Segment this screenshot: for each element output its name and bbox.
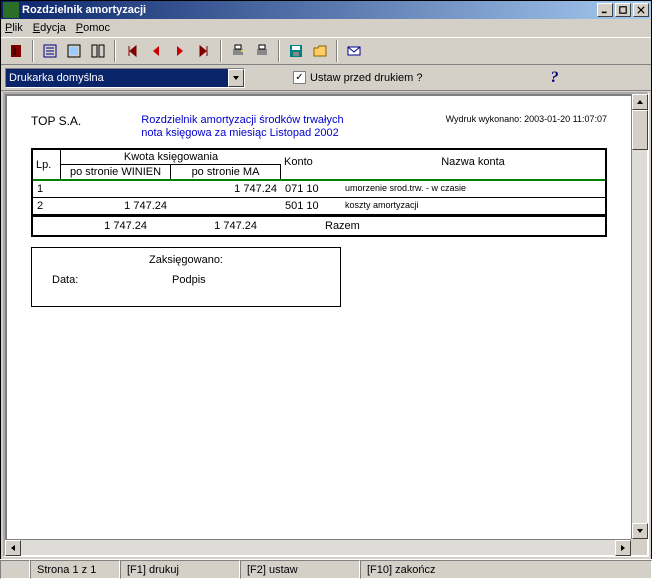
save-button[interactable]	[285, 40, 307, 62]
toolbar	[1, 37, 651, 65]
total-ma: 1 747.24	[151, 217, 261, 235]
toolbar-secondary: Drukarka domyślna ✓ Ustaw przed drukiem …	[1, 65, 651, 91]
chevron-down-icon[interactable]	[228, 69, 244, 87]
vertical-scrollbar[interactable]	[631, 94, 647, 539]
cell-lp: 1	[33, 181, 61, 197]
first-page-button[interactable]	[121, 40, 143, 62]
mail-button[interactable]	[343, 40, 365, 62]
app-icon	[3, 2, 19, 18]
document-viewport: TOP S.A. Rozdzielnik amortyzacji środków…	[3, 92, 649, 557]
cell-konto: 071 10	[281, 181, 341, 197]
status-cell-empty	[0, 560, 30, 579]
cell-winien	[61, 181, 171, 197]
col-konto: Konto	[281, 150, 341, 179]
view-mode-3-button[interactable]	[87, 40, 109, 62]
set-before-print-label: Ustaw przed drukiem ?	[310, 72, 423, 84]
col-winien: po stronie WINIEN	[61, 165, 171, 179]
table-row: 2 1 747.24 501 10 koszty amortyzacji	[33, 198, 605, 215]
scroll-thumb[interactable]	[632, 110, 648, 150]
col-kwota: Kwota księgowania	[61, 150, 281, 165]
last-page-button[interactable]	[193, 40, 215, 62]
status-page: Strona 1 z 1	[30, 560, 120, 579]
scroll-up-button[interactable]	[632, 94, 648, 110]
signature-label: Podpis	[172, 274, 206, 286]
minimize-button[interactable]	[597, 3, 613, 17]
menu-help[interactable]: Pomoc	[76, 22, 110, 34]
help-icon[interactable]: ?	[551, 69, 559, 87]
menu-file[interactable]: Plik	[5, 22, 23, 34]
cell-ma: 1 747.24	[171, 181, 281, 197]
total-label: Razem	[321, 217, 605, 235]
report-title-block: Rozdzielnik amortyzacji środków trwałych…	[141, 114, 343, 140]
report-page: TOP S.A. Rozdzielnik amortyzacji środków…	[17, 104, 621, 317]
status-f1: [F1] drukuj	[120, 560, 240, 579]
print-button[interactable]	[251, 40, 273, 62]
status-f2: [F2] ustaw	[240, 560, 360, 579]
status-f10: [F10] zakończ	[360, 560, 652, 579]
entries-table: Lp. Kwota księgowania po stronie WINIEN …	[31, 148, 607, 237]
set-before-print-checkbox[interactable]: ✓	[293, 71, 306, 84]
print-setup-button[interactable]	[227, 40, 249, 62]
open-button[interactable]	[309, 40, 331, 62]
title-bar: Rozdzielnik amortyzacji	[1, 1, 651, 19]
prev-page-button[interactable]	[145, 40, 167, 62]
window-title: Rozdzielnik amortyzacji	[22, 4, 146, 16]
menu-edit[interactable]: Edycja	[33, 22, 66, 34]
signature-box: Zaksięgowano: Data: Podpis	[31, 247, 341, 307]
cell-winien: 1 747.24	[61, 198, 171, 214]
status-bar: Strona 1 z 1 [F1] drukuj [F2] ustaw [F10…	[0, 559, 652, 579]
cell-lp: 2	[33, 198, 61, 214]
table-row: 1 1 747.24 071 10 umorzenie srod.trw. - …	[33, 181, 605, 198]
scroll-right-button[interactable]	[615, 540, 631, 556]
total-winien: 1 747.24	[41, 217, 151, 235]
col-ma: po stronie MA	[171, 165, 281, 179]
table-header: Lp. Kwota księgowania po stronie WINIEN …	[33, 150, 605, 181]
next-page-button[interactable]	[169, 40, 191, 62]
maximize-button[interactable]	[615, 3, 631, 17]
view-mode-2-button[interactable]	[63, 40, 85, 62]
date-label: Data:	[52, 274, 172, 286]
table-footer: 1 747.24 1 747.24 Razem	[33, 215, 605, 235]
horizontal-scrollbar[interactable]	[5, 539, 631, 555]
report-title-1: Rozdzielnik amortyzacji środków trwałych	[141, 114, 343, 127]
menu-bar: Plik Edycja Pomoc	[1, 19, 651, 37]
col-lp: Lp.	[33, 150, 61, 179]
report-title-2: nota księgowa za miesiąc Listopad 2002	[141, 127, 343, 140]
scroll-down-button[interactable]	[632, 523, 648, 539]
cell-ma	[171, 198, 281, 214]
cell-nazwa: umorzenie srod.trw. - w czasie	[341, 181, 605, 197]
cell-nazwa: koszty amortyzacji	[341, 198, 605, 214]
col-nazwa: Nazwa konta	[341, 150, 605, 179]
view-mode-1-button[interactable]	[39, 40, 61, 62]
cell-konto: 501 10	[281, 198, 341, 214]
scroll-left-button[interactable]	[5, 540, 21, 556]
close-button[interactable]	[633, 3, 649, 17]
company-name: TOP S.A.	[31, 114, 81, 128]
exit-button[interactable]	[5, 40, 27, 62]
print-timestamp: Wydruk wykonano: 2003-01-20 11:07:07	[446, 114, 607, 124]
booked-label: Zaksięgowano:	[52, 254, 320, 266]
printer-combo[interactable]: Drukarka domyślna	[5, 68, 245, 88]
printer-combo-value: Drukarka domyślna	[6, 69, 228, 87]
